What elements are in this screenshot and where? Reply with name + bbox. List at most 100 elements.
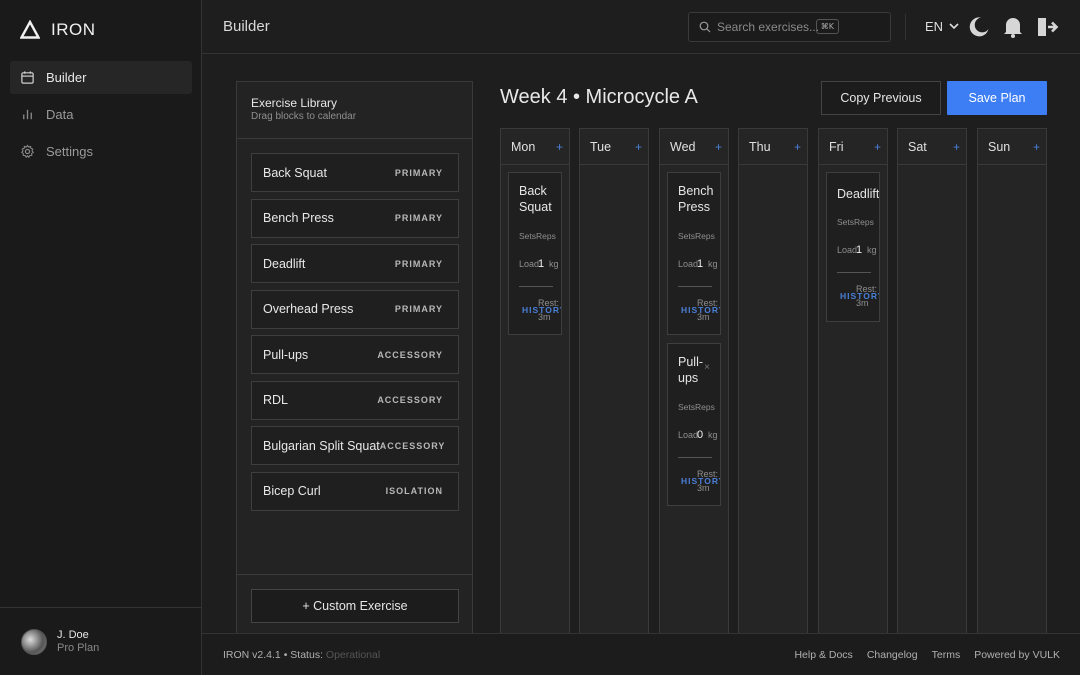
search-shortcut: ⌘K <box>815 19 839 34</box>
exercise-item[interactable]: Bicep Curl ISOLATION <box>251 471 459 511</box>
block-load-label: Load <box>678 430 699 440</box>
divider <box>837 272 871 273</box>
library-title: Exercise Library <box>251 96 338 110</box>
history-link[interactable]: HISTORY <box>840 291 879 301</box>
bell-icon[interactable] <box>1001 15 1025 39</box>
block-load-input[interactable]: 1 <box>697 258 703 270</box>
exercise-block[interactable]: Back Squat SetsReps Load 1 kg Rest: 3m HI… <box>508 172 562 335</box>
exercise-item[interactable]: Bulgarian Split Squat ACCESSORY <box>251 426 459 465</box>
add-block-button[interactable]: + <box>1033 140 1040 154</box>
exercise-item[interactable]: Back Squat PRIMARY <box>251 153 459 192</box>
exercise-block[interactable]: Bench Press SetsReps Load 1 kg Rest: 3m H… <box>667 172 721 335</box>
block-unit: kg <box>867 245 877 255</box>
day-column-sat[interactable]: Sat + <box>897 128 967 648</box>
day-column-thu[interactable]: Thu + <box>738 128 808 648</box>
day-header: Mon + <box>501 129 569 165</box>
bar-chart-icon <box>23 109 32 120</box>
page-title: Builder <box>223 18 270 35</box>
status-label: Status: <box>290 649 323 661</box>
help-docs-link[interactable]: Help & Docs <box>794 649 852 661</box>
gear-icon <box>20 144 35 159</box>
day-name: Tue <box>590 139 612 154</box>
block-load-label: Load <box>837 245 858 255</box>
sidebar-item-label: Data <box>46 107 74 122</box>
block-load-input[interactable]: 1 <box>538 258 544 270</box>
divider <box>678 457 712 458</box>
sidebar-item-builder[interactable]: Builder <box>10 61 192 94</box>
custom-exercise-button[interactable]: + Custom Exercise <box>251 589 459 623</box>
add-block-button[interactable]: + <box>874 140 881 154</box>
block-load-label: Load <box>519 259 540 269</box>
exercise-item[interactable]: Pull-ups ACCESSORY <box>251 335 459 374</box>
language-label: EN <box>925 19 944 34</box>
block-sets-reps: SetsReps <box>519 231 556 241</box>
exercise-tag: ISOLATION <box>385 486 443 496</box>
exercise-tag: PRIMARY <box>394 213 443 223</box>
library-list: Back Squat PRIMARY Bench Press PRIMARY Dea… <box>251 153 459 517</box>
block-exercise-name: Pull-ups <box>678 355 704 385</box>
day-name: Sun <box>988 139 1011 154</box>
block-load-label: Load <box>678 259 699 269</box>
day-column-sun[interactable]: Sun + <box>977 128 1047 648</box>
add-block-button[interactable]: + <box>953 140 960 154</box>
exercise-item[interactable]: Bench Press PRIMARY <box>251 198 459 238</box>
day-column-wed[interactable]: Wed + Bench Press SetsReps Load 1 kg Rest… <box>659 128 729 648</box>
exercise-item[interactable]: Overhead Press PRIMARY <box>251 289 459 329</box>
history-link[interactable]: HISTORY <box>681 476 720 486</box>
block-load-input[interactable]: 1 <box>856 244 862 256</box>
remove-block-icon[interactable]: × <box>704 362 710 373</box>
status-value: Operational <box>325 649 381 661</box>
exercise-block[interactable]: Deadlift SetsReps Load 1 kg Rest: 3m HIST… <box>826 172 880 322</box>
history-link[interactable]: HISTORY <box>522 305 561 315</box>
logout-icon[interactable] <box>1035 15 1059 39</box>
block-sets-reps: SetsReps <box>837 217 874 227</box>
language-select[interactable]: EN <box>925 19 959 34</box>
exercise-item[interactable]: RDL ACCESSORY <box>251 380 459 420</box>
history-link[interactable]: HISTORY <box>681 305 720 315</box>
sidebar-nav: Builder Data Settings <box>10 61 192 172</box>
divider <box>678 286 712 287</box>
brand[interactable]: IRON <box>20 18 96 42</box>
library-footer: + Custom Exercise <box>237 574 472 640</box>
exercise-block[interactable]: Pull-ups × SetsReps Load 0 kg Rest: 3m HI… <box>667 343 721 506</box>
day-column-tue[interactable]: Tue + <box>579 128 649 648</box>
day-column-mon[interactable]: Mon + Back Squat SetsReps Load 1 kg Rest:… <box>500 128 570 648</box>
day-name: Thu <box>749 139 771 154</box>
copy-previous-button[interactable]: Copy Previous <box>821 81 941 115</box>
library-subtitle: Drag blocks to calendar <box>251 111 357 122</box>
changelog-link[interactable]: Changelog <box>867 649 918 661</box>
sidebar-item-data[interactable]: Data <box>10 98 192 131</box>
exercise-tag: ACCESSORY <box>379 440 446 451</box>
version-label: IRON v2.4.1 <box>223 649 281 661</box>
search-placeholder: Search exercises... <box>717 20 820 34</box>
powered-by-link[interactable]: Powered by VULK <box>974 649 1060 661</box>
sidebar-item-label: Builder <box>46 70 87 85</box>
user-profile[interactable]: J. Doe Pro Plan <box>0 607 201 675</box>
search-input[interactable]: Search exercises... ⌘K <box>688 12 891 42</box>
add-block-button[interactable]: + <box>556 140 563 154</box>
block-exercise-name: Deadlift <box>837 187 880 201</box>
sidebar-item-settings[interactable]: Settings <box>10 135 192 168</box>
block-load-input[interactable]: 0 <box>697 429 703 441</box>
divider <box>519 286 553 287</box>
add-block-button[interactable]: + <box>794 140 801 154</box>
sidebar-item-label: Settings <box>46 144 93 159</box>
exercise-name: Back Squat <box>263 165 327 180</box>
add-block-button[interactable]: + <box>715 140 722 154</box>
exercise-item[interactable]: Deadlift PRIMARY <box>251 244 459 283</box>
block-sets-reps: SetsReps <box>678 231 715 241</box>
divider <box>905 14 906 40</box>
moon-icon[interactable] <box>967 15 991 39</box>
day-name: Wed <box>670 139 696 154</box>
exercise-name: Overhead Press <box>263 302 354 316</box>
exercise-tag: ACCESSORY <box>377 395 443 405</box>
brand-name: IRON <box>51 20 96 39</box>
day-header: Fri + <box>819 129 887 165</box>
day-column-fri[interactable]: Fri + Deadlift SetsReps Load 1 kg Rest: 3m… <box>818 128 888 648</box>
add-block-button[interactable]: + <box>635 140 642 154</box>
save-plan-button[interactable]: Save Plan <box>947 81 1047 115</box>
exercise-name: Bench Press <box>263 211 334 225</box>
day-header: Wed + <box>660 129 728 165</box>
terms-link[interactable]: Terms <box>932 649 961 661</box>
block-sets-reps: SetsReps <box>678 402 715 412</box>
